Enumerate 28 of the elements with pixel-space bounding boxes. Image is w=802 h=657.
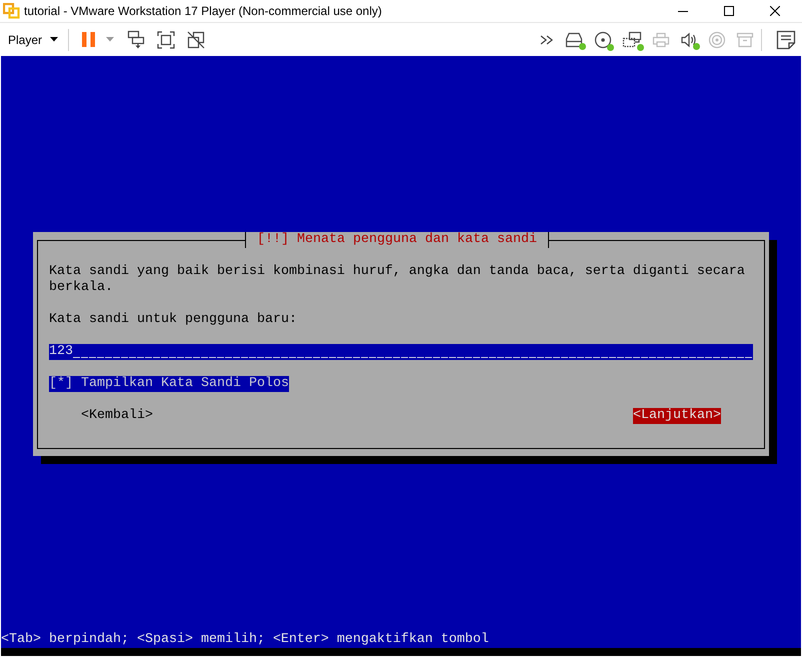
- maximize-icon[interactable]: [724, 6, 734, 16]
- dialog-title: [!!] Menata pengguna dan kata sandi: [257, 232, 537, 247]
- stacked-windows-icon[interactable]: [127, 30, 146, 49]
- pause-icon[interactable]: [82, 32, 96, 47]
- password-field[interactable]: 123: [49, 344, 753, 360]
- double-chevron-icon[interactable]: [540, 34, 554, 44]
- note-icon[interactable]: [776, 30, 796, 50]
- network-icon[interactable]: [622, 30, 642, 48]
- dialog-button[interactable]: <Lanjutkan>: [633, 408, 721, 424]
- status-dot-icon: [607, 44, 614, 50]
- app-logo-icon: [3, 3, 20, 19]
- help-line: <Tab> berpindah; <Spasi> memilih; <Enter> mengaktifkan tombol: [1, 632, 489, 648]
- password-prompt: Kata sandi untuk pengguna baru:: [49, 312, 297, 328]
- caret-icon[interactable]: [106, 37, 114, 42]
- disc-icon[interactable]: [594, 30, 612, 48]
- window-title: tutorial - VMware Workstation 17 Player (Non-commercial use only): [24, 4, 382, 18]
- status-dot-icon: [579, 42, 586, 50]
- status-dot-icon: [637, 44, 644, 50]
- dialog-description: Kata sandi yang baik berisi kombinasi huruf, angka dan tanda baca, serta diganti secara berkala.: [49, 264, 746, 296]
- fullscreen-icon[interactable]: [157, 30, 176, 48]
- caret-icon: [50, 37, 58, 42]
- player-menu-button[interactable]: Player: [8, 28, 58, 50]
- dialog-button[interactable]: <Kembali>: [81, 408, 153, 424]
- status-dot-icon: [693, 42, 700, 50]
- speaker-icon[interactable]: [680, 32, 698, 48]
- show-password-checkbox[interactable]: [*] Tampilkan Kata Sandi Polos: [49, 376, 289, 392]
- crossed-windows-icon[interactable]: [187, 30, 206, 48]
- close-icon[interactable]: [770, 6, 780, 16]
